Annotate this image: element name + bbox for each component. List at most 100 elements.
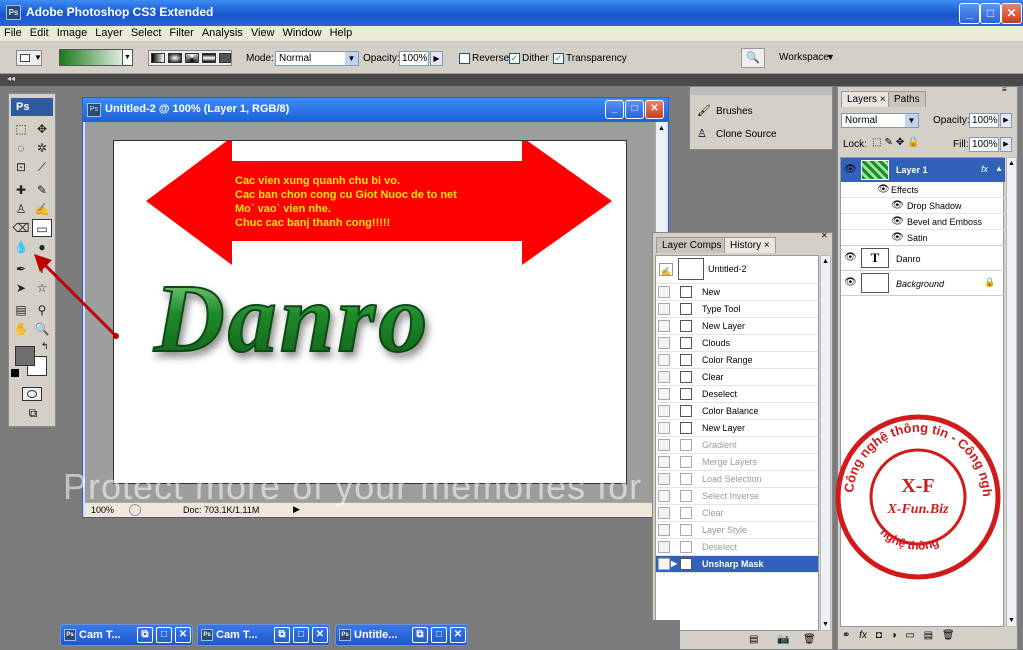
fx-icon[interactable]: fx	[859, 630, 867, 641]
history-state[interactable]: New Layer	[656, 318, 818, 335]
canvas[interactable]: Danro Cac vien xung quanh chu bi vo. Cac…	[113, 140, 627, 484]
transparency-checkbox[interactable]: ✓	[553, 53, 564, 64]
layer-row-danro[interactable]: 👁 T Danro	[841, 246, 1005, 271]
history-snapshot[interactable]: ✍ Untitled-2	[656, 256, 818, 284]
history-state[interactable]: Unsharp Mask ▶	[656, 556, 818, 573]
layer-opacity-input[interactable]: 100%	[969, 113, 999, 128]
menu-window[interactable]: Window	[278, 26, 325, 39]
history-brush-source-checkbox[interactable]	[658, 524, 670, 536]
menu-file[interactable]: File	[0, 26, 26, 39]
angle-gradient-button[interactable]	[185, 53, 199, 63]
menu-view[interactable]: View	[247, 26, 279, 39]
layer-row-layer1[interactable]: 👁 Layer 1 fx ▲	[841, 158, 1005, 182]
dither-checkbox[interactable]: ✓	[509, 53, 520, 64]
maximize-button[interactable]: □	[431, 627, 447, 643]
fill-slider-button[interactable]: ▶	[1000, 137, 1012, 152]
layer-effects-row[interactable]: 👁 Effects	[841, 182, 1005, 198]
menu-filter[interactable]: Filter	[165, 26, 197, 39]
clone-source-icon[interactable]: ♙	[697, 127, 707, 140]
tab-layers[interactable]: Layers ×	[841, 91, 892, 107]
bridge-icon[interactable]: 🔍	[741, 48, 765, 68]
panel-close-icon[interactable]: ✕	[821, 231, 828, 240]
history-state[interactable]: Type Tool	[656, 301, 818, 318]
mode-select[interactable]: Normal ▼	[275, 51, 359, 66]
eye-icon[interactable]: 👁	[844, 164, 857, 176]
screen-mode-icon[interactable]: ⧉	[22, 406, 44, 422]
menu-select[interactable]: Select	[127, 26, 166, 39]
clone-source-label[interactable]: Clone Source	[716, 129, 777, 140]
close-icon[interactable]: ×	[764, 240, 770, 251]
opacity-input[interactable]: 100%	[399, 51, 429, 66]
history-brush-source-checkbox[interactable]	[658, 388, 670, 400]
tab-paths[interactable]: Paths	[888, 91, 926, 107]
history-state[interactable]: Select Inverse	[656, 488, 818, 505]
layers-scrollbar[interactable]: ▲ ▼	[1006, 157, 1017, 627]
crop-tool-icon[interactable]: ⊡	[11, 158, 31, 176]
scroll-down-icon[interactable]: ▼	[822, 621, 829, 628]
lock-icons[interactable]: ⬚✎✥🔒	[872, 137, 923, 148]
minimized-doc-2[interactable]: Ps Cam T... ⧉ □ ✕	[197, 624, 330, 646]
new-document-from-state-icon[interactable]: ▤	[749, 634, 758, 645]
history-brush-source-checkbox[interactable]	[658, 320, 670, 332]
reflected-gradient-button[interactable]	[202, 53, 216, 63]
history-state[interactable]: Deselect	[656, 539, 818, 556]
history-brush-source-checkbox[interactable]	[658, 456, 670, 468]
close-button[interactable]: ✕	[450, 627, 466, 643]
slice-tool-icon[interactable]: ⟋	[32, 158, 52, 176]
close-button[interactable]: ✕	[175, 627, 191, 643]
history-brush-source-checkbox[interactable]	[658, 337, 670, 349]
history-brush-source-checkbox[interactable]	[658, 371, 670, 383]
eye-icon[interactable]: 👁	[877, 184, 890, 196]
delete-state-icon[interactable]: 🗑	[803, 634, 816, 645]
history-brush-icon[interactable]: ✍	[32, 200, 52, 218]
scroll-up-icon[interactable]: ▲	[822, 258, 829, 265]
fill-input[interactable]: 100%	[969, 137, 999, 152]
scroll-up-icon[interactable]: ▲	[1008, 160, 1015, 167]
history-state[interactable]: Merge Layers	[656, 454, 818, 471]
history-state[interactable]: Deselect	[656, 386, 818, 403]
restore-button[interactable]: ⧉	[137, 627, 153, 643]
move-tool-icon[interactable]: ✥	[32, 120, 52, 138]
doc-close-button[interactable]: ✕	[645, 100, 664, 119]
close-button[interactable]: ✕	[1001, 3, 1022, 24]
tab-layer-comps[interactable]: Layer Comps	[656, 237, 728, 253]
history-brush-source-checkbox[interactable]	[658, 507, 670, 519]
menu-layer[interactable]: Layer	[91, 26, 127, 39]
restore-button[interactable]: ⧉	[274, 627, 290, 643]
tool-preset-picker[interactable]: ▼	[16, 50, 42, 66]
panel-grip[interactable]	[690, 87, 832, 95]
radial-gradient-button[interactable]	[168, 53, 182, 63]
history-brush-source-checkbox[interactable]	[658, 558, 670, 570]
history-state[interactable]: Clear	[656, 505, 818, 522]
chevron-up-icon[interactable]: ▲	[995, 164, 1003, 173]
history-brush-source-checkbox[interactable]	[658, 490, 670, 502]
eye-icon[interactable]: 👁	[891, 200, 904, 212]
history-brush-source-checkbox[interactable]	[658, 473, 670, 485]
history-brush-source-checkbox[interactable]	[658, 541, 670, 553]
collapse-arrow-icon[interactable]: ◂◂	[7, 74, 15, 83]
history-brush-source-checkbox[interactable]	[658, 303, 670, 315]
workspace-label[interactable]: Workspace	[779, 52, 829, 63]
history-brush-source-checkbox[interactable]	[658, 354, 670, 366]
fx-icon[interactable]: fx	[981, 164, 988, 174]
new-layer-icon[interactable]: ▤	[924, 630, 933, 641]
doc-maximize-button[interactable]: □	[625, 100, 644, 119]
close-icon[interactable]: ×	[880, 94, 886, 105]
menu-image[interactable]: Image	[53, 26, 92, 39]
opacity-slider-button[interactable]: ▶	[1000, 113, 1012, 128]
history-brush-source-checkbox[interactable]	[658, 422, 670, 434]
scroll-up-icon[interactable]: ▲	[658, 125, 665, 132]
brushes-label[interactable]: Brushes	[716, 106, 753, 117]
maximize-button[interactable]: □	[980, 3, 1001, 24]
panel-menu-icon[interactable]: ≡	[1002, 85, 1007, 94]
menu-analysis[interactable]: Analysis	[198, 26, 247, 39]
history-scrollbar[interactable]: ▲ ▼	[820, 255, 831, 631]
history-brush-source-checkbox[interactable]	[658, 405, 670, 417]
minimize-button[interactable]: _	[959, 3, 980, 24]
close-button[interactable]: ✕	[312, 627, 328, 643]
eye-icon[interactable]: 👁	[891, 232, 904, 244]
opacity-slider-button[interactable]: ▶	[430, 51, 443, 66]
brushes-icon[interactable]: 🖌	[697, 104, 711, 117]
effect-satin[interactable]: 👁 Satin	[841, 230, 1005, 246]
history-state[interactable]: Clouds	[656, 335, 818, 352]
